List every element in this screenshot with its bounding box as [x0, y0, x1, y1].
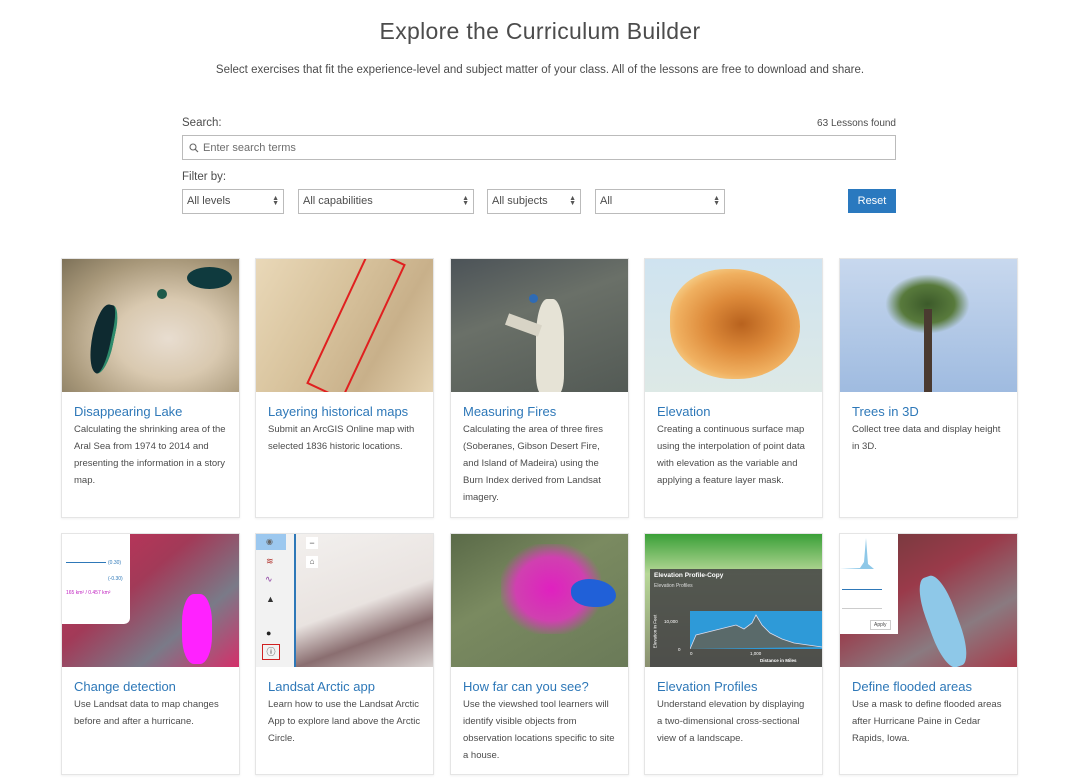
elev-y-label: Elevation in Feet [652, 614, 658, 649]
lesson-title[interactable]: Measuring Fires [451, 392, 628, 419]
levels-select[interactable]: All levels ▲ ▼ [182, 189, 284, 214]
lesson-title[interactable]: Change detection [62, 667, 239, 694]
search-input[interactable] [203, 136, 895, 159]
change-value-1: (0.30) [108, 560, 122, 566]
results-count: 63 Lessons found [817, 118, 896, 129]
change-value-2: (-0.30) [108, 576, 123, 582]
lesson-thumbnail[interactable] [451, 259, 628, 392]
lesson-thumbnail[interactable]: Elevation Profile-Copy Elevation Profile… [645, 534, 822, 667]
lesson-description: Submit an ArcGIS Online map with selecte… [268, 424, 415, 452]
lesson-title[interactable]: Disappearing Lake [62, 392, 239, 419]
lesson-description: Use the viewshed tool learners will iden… [463, 699, 615, 761]
lesson-description: Use a mask to define flooded areas after… [852, 699, 1002, 744]
search-field[interactable] [182, 135, 896, 160]
subjects-select-value: All subjects [492, 195, 548, 207]
levels-select-value: All levels [187, 195, 231, 207]
lesson-card[interactable]: Elevation Creating a continuous surface … [644, 258, 823, 518]
capabilities-select[interactable]: All capabilities ▲ ▼ [298, 189, 474, 214]
search-icon [185, 142, 203, 153]
zoom-out-icon[interactable]: − [306, 537, 318, 549]
lesson-description: Calculating the area of three fires (Sob… [463, 424, 603, 503]
subjects-select[interactable]: All subjects ▲ ▼ [487, 189, 581, 214]
lesson-card[interactable]: Trees in 3D Collect tree data and displa… [839, 258, 1018, 518]
select-arrows-icon: ▲ ▼ [462, 195, 469, 207]
lesson-card[interactable]: Layering historical maps Submit an ArcGI… [255, 258, 434, 518]
select-arrows-icon: ▲ ▼ [713, 195, 720, 207]
lesson-thumbnail[interactable] [840, 259, 1017, 392]
clock-icon[interactable]: ● [266, 628, 271, 638]
lesson-thumbnail[interactable] [62, 259, 239, 392]
elev-y-tick-top: 10,000 [664, 619, 678, 624]
eye-icon[interactable]: ◉ [266, 537, 273, 546]
lesson-card[interactable]: Apply Define flooded areas Use a mask to… [839, 533, 1018, 775]
other-filter-select[interactable]: All ▲ ▼ [595, 189, 725, 214]
page-subtitle: Select exercises that fit the experience… [215, 64, 865, 76]
lesson-title[interactable]: Elevation Profiles [645, 667, 822, 694]
lesson-description: Learn how to use the Landsat Arctic App … [268, 699, 421, 744]
lesson-thumbnail[interactable] [256, 259, 433, 392]
lesson-thumbnail[interactable]: Apply [840, 534, 1017, 667]
lesson-description: Calculating the shrinking area of the Ar… [74, 424, 226, 486]
capabilities-select-value: All capabilities [303, 195, 373, 207]
lesson-description: Use Landsat data to map changes before a… [74, 699, 219, 727]
reset-button[interactable]: Reset [848, 189, 896, 213]
lesson-title[interactable]: Layering historical maps [256, 392, 433, 419]
flood-apply-button[interactable]: Apply [870, 620, 891, 630]
lesson-title[interactable]: Landsat Arctic app [256, 667, 433, 694]
lesson-card[interactable]: (0.30) (-0.30) 165 km² / 0.457 km² Chang… [61, 533, 240, 775]
lesson-title[interactable]: Define flooded areas [840, 667, 1017, 694]
lesson-title[interactable]: How far can you see? [451, 667, 628, 694]
lesson-description: Understand elevation by displaying a two… [657, 699, 805, 744]
wave-icon[interactable]: ∿ [265, 574, 273, 585]
lesson-description: Creating a continuous surface map using … [657, 424, 805, 486]
home-icon[interactable]: ⌂ [306, 556, 318, 568]
select-arrows-icon: ▲ ▼ [569, 195, 576, 207]
page-title: Explore the Curriculum Builder [379, 18, 701, 44]
lesson-card[interactable]: How far can you see? Use the viewshed to… [450, 533, 629, 775]
lesson-thumbnail[interactable]: ◉ ≋ ∿ ▲ ● ⓘ − ⌂ [256, 534, 433, 667]
search-label: Search: [182, 117, 222, 129]
elev-profile-title: Elevation Profile-Copy [654, 572, 724, 579]
lesson-title[interactable]: Elevation [645, 392, 822, 419]
elev-profile-subtitle: Elevation Profiles [654, 583, 693, 589]
elev-x-tick-mid: 1,000 [750, 651, 762, 656]
select-arrows-icon: ▲ ▼ [272, 195, 279, 207]
lesson-card[interactable]: Disappearing Lake Calculating the shrink… [61, 258, 240, 518]
mountain-icon[interactable]: ▲ [266, 594, 275, 604]
change-area: 165 km² / 0.457 km² [66, 590, 111, 596]
lesson-card[interactable]: Elevation Profile-Copy Elevation Profile… [644, 533, 823, 775]
lesson-card[interactable]: Measuring Fires Calculating the area of … [450, 258, 629, 518]
lesson-card[interactable]: ◉ ≋ ∿ ▲ ● ⓘ − ⌂ Landsat Arctic app Learn… [255, 533, 434, 775]
elev-x-label: Distance in Miles [760, 658, 797, 663]
lesson-thumbnail[interactable] [645, 259, 822, 392]
lesson-description: Collect tree data and display height in … [852, 424, 1001, 452]
lesson-thumbnail[interactable]: (0.30) (-0.30) 165 km² / 0.457 km² [62, 534, 239, 667]
lesson-thumbnail[interactable] [451, 534, 628, 667]
other-filter-select-value: All [600, 195, 613, 207]
flood-histogram [840, 538, 898, 569]
elev-profile-line [690, 614, 822, 649]
elev-x-tick-zero: 0 [690, 651, 693, 656]
layers-icon[interactable]: ≋ [266, 556, 274, 567]
lesson-title[interactable]: Trees in 3D [840, 392, 1017, 419]
elev-y-tick-zero: 0 [678, 647, 681, 652]
filter-label: Filter by: [182, 171, 227, 183]
info-icon[interactable]: ⓘ [262, 644, 280, 660]
